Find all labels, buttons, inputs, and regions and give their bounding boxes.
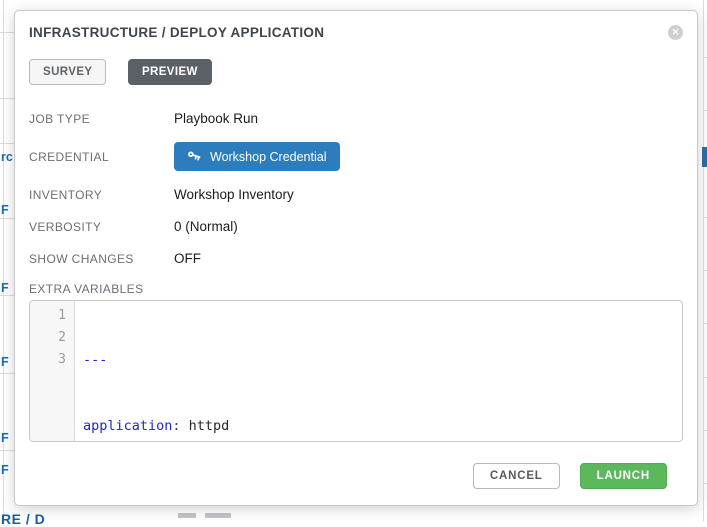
tab-group: SURVEY PREVIEW: [29, 59, 683, 85]
launch-button[interactable]: LAUNCH: [580, 463, 667, 489]
modal-footer: CANCEL LAUNCH: [29, 463, 683, 489]
background-row-divider: [0, 218, 14, 219]
extra-variables-editor[interactable]: 1 2 3 --- application: httpd: [29, 300, 683, 442]
field-row-job-type: JOB TYPE Playbook Run: [29, 110, 683, 127]
line-number: 3: [30, 349, 66, 371]
editor-code-area: --- application: httpd: [75, 301, 682, 441]
background-text-smudge: [205, 513, 231, 518]
credential-label: CREDENTIAL: [29, 150, 174, 164]
background-link-fragment: rc: [1, 150, 13, 164]
background-row-divider: [0, 373, 14, 374]
background-row-divider: [0, 450, 14, 451]
background-row-divider: [703, 270, 707, 271]
modal-title: INFRASTRUCTURE / DEPLOY APPLICATION: [29, 25, 324, 40]
field-row-verbosity: VERBOSITY 0 (Normal): [29, 218, 683, 235]
tab-survey[interactable]: SURVEY: [29, 59, 106, 85]
background-row-divider: [703, 377, 707, 378]
close-icon[interactable]: ✕: [668, 25, 683, 40]
credential-badge-label: Workshop Credential: [210, 150, 327, 164]
field-row-show-changes: SHOW CHANGES OFF: [29, 250, 683, 267]
background-row-divider: [703, 430, 707, 431]
background-row-divider: [703, 217, 707, 218]
field-list: JOB TYPE Playbook Run CREDENTIAL Wor: [29, 110, 683, 267]
key-icon: [187, 150, 201, 164]
background-row-divider: [703, 57, 707, 58]
background-row-divider: [0, 98, 14, 99]
yaml-value: httpd: [181, 418, 230, 434]
background-link-fragment: F: [1, 431, 9, 445]
field-row-credential: CREDENTIAL Workshop Credential: [29, 142, 683, 171]
background-text-smudge: [178, 513, 196, 518]
code-line: application: httpd: [83, 415, 682, 437]
background-link-fragment: F: [1, 203, 9, 217]
verbosity-value: 0 (Normal): [174, 219, 238, 234]
verbosity-label: VERBOSITY: [29, 220, 174, 234]
job-type-label: JOB TYPE: [29, 112, 174, 126]
line-number: 2: [30, 327, 66, 349]
background-bottom-text-fragment: RE / D: [1, 511, 45, 527]
background-row-divider: [0, 143, 14, 144]
background-row-divider: [703, 483, 707, 484]
tab-preview[interactable]: PREVIEW: [128, 59, 212, 85]
background-table-border-right: [703, 0, 704, 521]
yaml-key: application: [83, 418, 172, 434]
line-number: 1: [30, 305, 66, 327]
extra-variables-label: EXTRA VARIABLES: [29, 282, 683, 296]
inventory-value: Workshop Inventory: [174, 187, 294, 202]
background-link-fragment: F: [1, 355, 9, 369]
background-row-divider: [0, 295, 14, 296]
show-changes-value: OFF: [174, 251, 201, 266]
yaml-doc-start: ---: [83, 352, 107, 368]
credential-badge[interactable]: Workshop Credential: [174, 142, 340, 171]
field-row-inventory: INVENTORY Workshop Inventory: [29, 186, 683, 203]
background-row-divider: [703, 323, 707, 324]
modal-header: INFRASTRUCTURE / DEPLOY APPLICATION ✕: [29, 24, 683, 42]
background-badge-fragment: [702, 147, 707, 167]
background-link-fragment: F: [1, 463, 9, 477]
inventory-label: INVENTORY: [29, 188, 174, 202]
yaml-colon: :: [172, 418, 180, 434]
deploy-application-modal: INFRASTRUCTURE / DEPLOY APPLICATION ✕ SU…: [14, 10, 698, 506]
code-line: ---: [83, 349, 682, 371]
job-type-value: Playbook Run: [174, 111, 258, 126]
background-row-divider: [0, 32, 14, 33]
background-row-divider: [703, 110, 707, 111]
cancel-button[interactable]: CANCEL: [473, 463, 560, 489]
background-link-fragment: F: [1, 281, 9, 295]
editor-gutter: 1 2 3: [30, 301, 75, 441]
show-changes-label: SHOW CHANGES: [29, 252, 174, 266]
